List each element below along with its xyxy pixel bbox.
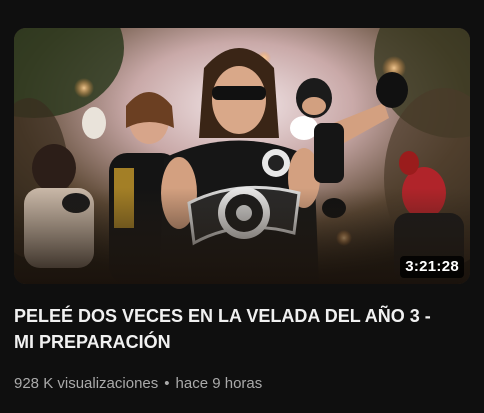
video-thumbnail[interactable]: 3:21:28 — [14, 28, 470, 284]
duration-badge: 3:21:28 — [400, 256, 464, 278]
view-count: 928 K visualizaciones — [14, 375, 159, 392]
video-card: 3:21:28 PELEÉ DOS VECES EN LA VELADA DEL… — [0, 0, 484, 413]
video-title[interactable]: PELEÉ DOS VECES EN LA VELADA DEL AÑO 3 -… — [14, 303, 454, 355]
thumbnail-image — [14, 28, 470, 284]
video-metadata: 928 K visualizaciones • hace 9 horas — [14, 373, 262, 395]
upload-age: hace 9 horas — [175, 375, 263, 392]
metadata-separator: • — [164, 375, 170, 392]
